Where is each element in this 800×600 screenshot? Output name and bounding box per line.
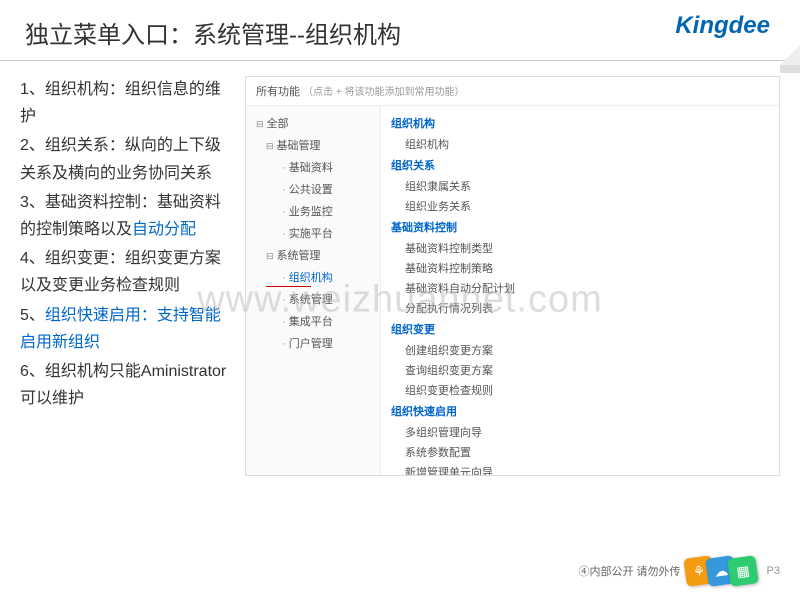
footer-text: ④内部公开 请勿外传 bbox=[578, 563, 680, 579]
page-number: P3 bbox=[767, 565, 780, 577]
category-title: 组织机构 bbox=[391, 112, 769, 134]
tree-sub-item[interactable]: 基础资料 bbox=[246, 156, 380, 178]
category-item[interactable]: 分配执行情况列表 bbox=[391, 298, 769, 318]
content-area: 1、组织机构：组织信息的维护 2、组织关系：纵向的上下级关系及横向的业务协同关系… bbox=[0, 61, 800, 491]
tree-root-all[interactable]: ⊟全部 bbox=[246, 112, 380, 134]
tree-sub-item[interactable]: 业务监控 bbox=[246, 200, 380, 222]
note-item: 2、组织关系：纵向的上下级关系及横向的业务协同关系 bbox=[20, 132, 230, 186]
page-title: 独立菜单入口：系统管理--组织机构 bbox=[25, 15, 775, 50]
tree-sub-item[interactable]: 公共设置 bbox=[246, 178, 380, 200]
category-item[interactable]: 系统参数配置 bbox=[391, 442, 769, 462]
function-panel: 所有功能 （点击 + 将该功能添加到常用功能） ⊟全部 ⊟基础管理 基础资料公共… bbox=[245, 76, 780, 476]
collapse-icon: ⊟ bbox=[256, 119, 264, 129]
footer: ④内部公开 请勿外传 ⚘ ☁ ▦ P3 bbox=[578, 557, 780, 585]
category-item[interactable]: 创建组织变更方案 bbox=[391, 340, 769, 360]
highlight-text: 组织快速启用：支持智能启用新组织 bbox=[20, 307, 221, 351]
category-item[interactable]: 组织业务关系 bbox=[391, 196, 769, 216]
page-fold-icon bbox=[780, 45, 800, 65]
category-title: 组织关系 bbox=[391, 154, 769, 176]
category-item[interactable]: 组织机构 bbox=[391, 134, 769, 154]
category-item[interactable]: 查询组织变更方案 bbox=[391, 360, 769, 380]
footer-icons: ⚘ ☁ ▦ bbox=[691, 557, 757, 585]
function-header: 所有功能 （点击 + 将该功能添加到常用功能） bbox=[246, 77, 779, 106]
category-title: 基础资料控制 bbox=[391, 216, 769, 238]
tree-basic-mgmt[interactable]: ⊟基础管理 bbox=[246, 134, 380, 156]
category-item[interactable]: 组织变更检查规则 bbox=[391, 380, 769, 400]
note-item: 3、基础资料控制：基础资料的控制策略以及自动分配 bbox=[20, 189, 230, 243]
tree-sys-mgmt[interactable]: ⊟系统管理 bbox=[246, 244, 380, 266]
slide-header: 独立菜单入口：系统管理--组织机构 Kingdee bbox=[0, 0, 800, 61]
function-hint: （点击 + 将该功能添加到常用功能） bbox=[303, 87, 464, 98]
tree-sub-item[interactable]: 门户管理 bbox=[246, 332, 380, 354]
category-item[interactable]: 基础资料控制策略 bbox=[391, 258, 769, 278]
notes-panel: 1、组织机构：组织信息的维护 2、组织关系：纵向的上下级关系及横向的业务协同关系… bbox=[20, 76, 230, 476]
note-item: 5、组织快速启用：支持智能启用新组织 bbox=[20, 302, 230, 356]
collapse-icon: ⊟ bbox=[266, 141, 274, 151]
highlight-text: 自动分配 bbox=[132, 221, 196, 238]
category-item[interactable]: 新增管理单元向导 bbox=[391, 462, 769, 476]
category-item[interactable]: 组织隶属关系 bbox=[391, 176, 769, 196]
all-functions-label: 所有功能 bbox=[256, 86, 300, 98]
tree-sub-item[interactable]: 系统管理 bbox=[246, 288, 380, 310]
kingdee-logo: Kingdee bbox=[675, 12, 770, 40]
tree-sub-item[interactable]: 实施平台 bbox=[246, 222, 380, 244]
note-item: 4、组织变更：组织变更方案以及变更业务检查规则 bbox=[20, 245, 230, 299]
category-item[interactable]: 基础资料自动分配计划 bbox=[391, 278, 769, 298]
note-item: 6、组织机构只能Aministrator可以维护 bbox=[20, 358, 230, 412]
tree-container: ⊟全部 ⊟基础管理 基础资料公共设置业务监控实施平台 ⊟系统管理 组织机构系统管… bbox=[246, 106, 779, 476]
tree-nav: ⊟全部 ⊟基础管理 基础资料公共设置业务监控实施平台 ⊟系统管理 组织机构系统管… bbox=[246, 106, 381, 476]
tree-detail: 组织机构组织机构组织关系组织隶属关系组织业务关系基础资料控制基础资料控制类型基础… bbox=[381, 106, 779, 476]
tree-sub-item[interactable]: 集成平台 bbox=[246, 310, 380, 332]
category-item[interactable]: 基础资料控制类型 bbox=[391, 238, 769, 258]
tree-sub-item-selected[interactable]: 组织机构 bbox=[246, 266, 380, 288]
grid-icon: ▦ bbox=[727, 555, 759, 587]
note-item: 1、组织机构：组织信息的维护 bbox=[20, 76, 230, 130]
category-title: 组织快速启用 bbox=[391, 400, 769, 422]
category-item[interactable]: 多组织管理向导 bbox=[391, 422, 769, 442]
collapse-icon: ⊟ bbox=[266, 251, 274, 261]
category-title: 组织变更 bbox=[391, 318, 769, 340]
